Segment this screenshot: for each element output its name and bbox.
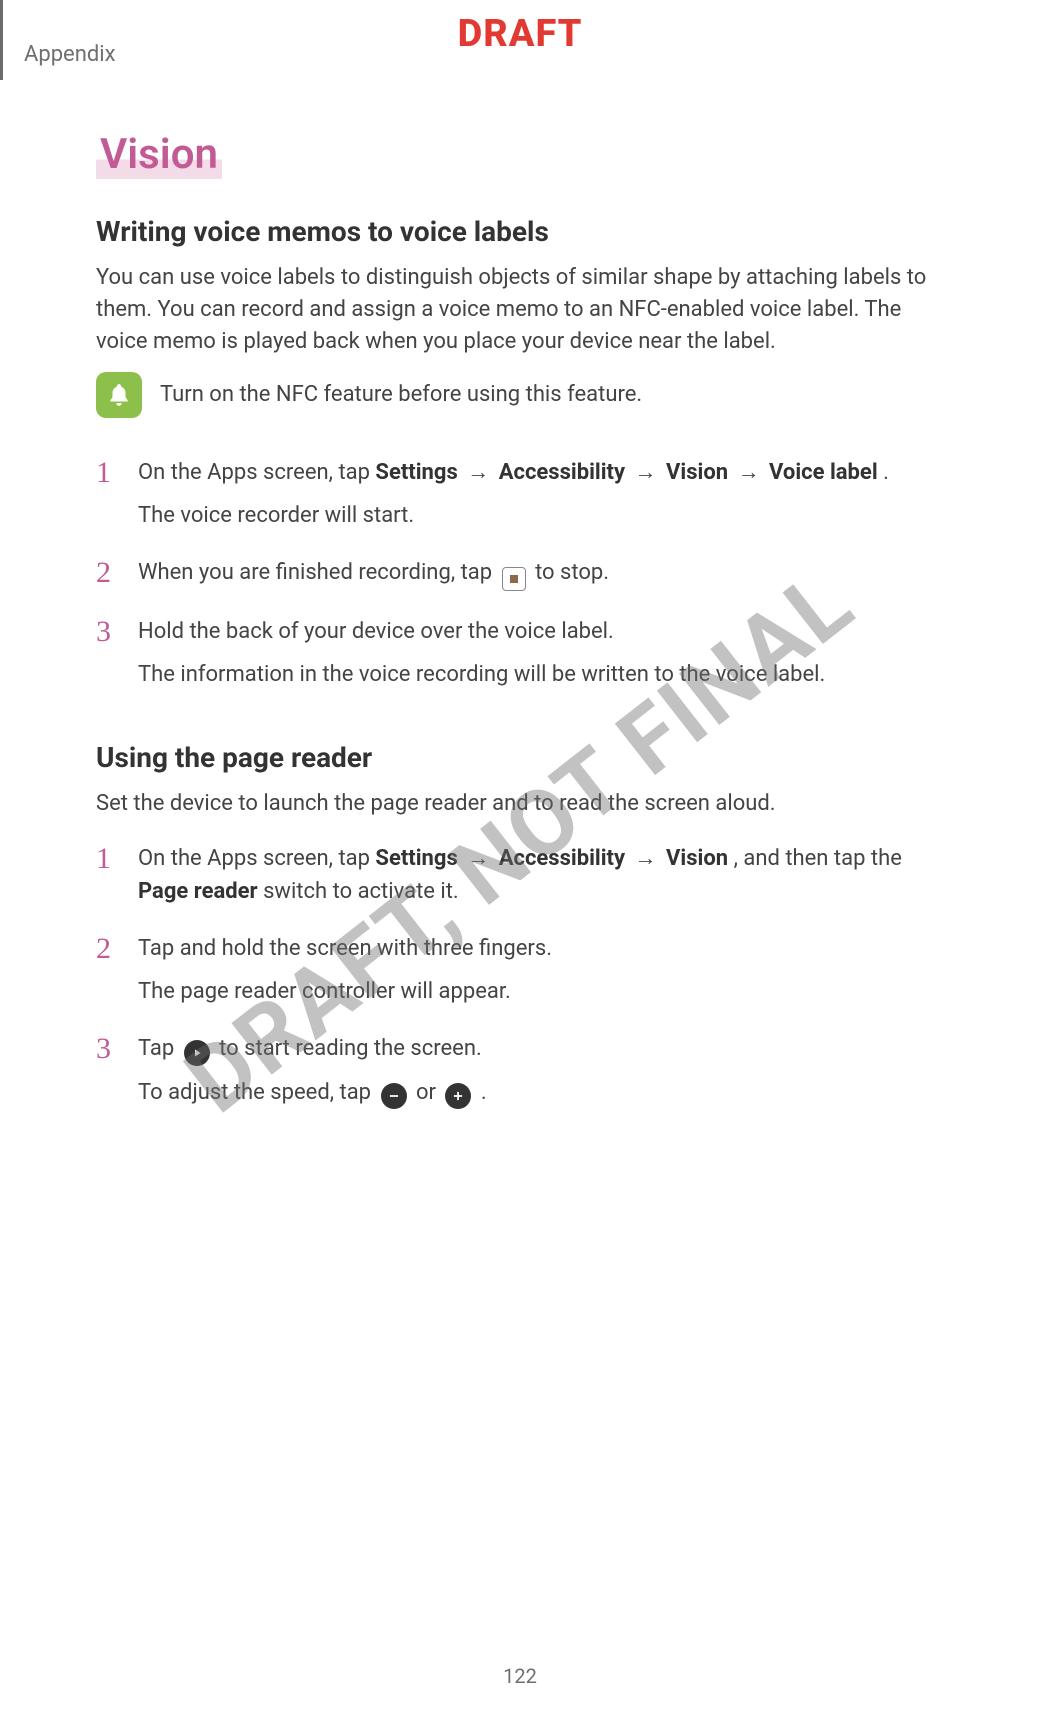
stop-icon: [502, 567, 526, 591]
voice-labels-intro: You can use voice labels to distinguish …: [96, 262, 944, 358]
arrow-icon: →: [738, 456, 760, 489]
accessibility-label: Accessibility: [499, 460, 625, 485]
settings-label: Settings: [375, 460, 457, 485]
text: .: [883, 460, 889, 485]
text: switch to activate it.: [263, 879, 459, 904]
settings-label: Settings: [375, 846, 457, 871]
step-3: Tap to start reading the screen. To adju…: [96, 1022, 944, 1123]
text: Tap: [138, 1036, 174, 1061]
bell-icon: [96, 372, 142, 418]
minus-icon: [381, 1083, 407, 1109]
appendix-label: Appendix: [24, 42, 116, 67]
step-2-sub: The page reader controller will appear.: [138, 975, 944, 1008]
text: On the Apps screen, tap: [138, 846, 375, 871]
page-reader-label: Page reader: [138, 879, 258, 904]
text: to stop.: [535, 560, 609, 585]
page-number: 122: [503, 1664, 537, 1688]
page-reader-intro: Set the device to launch the page reader…: [96, 788, 944, 820]
text: Tap and hold the screen with three finge…: [138, 936, 552, 961]
arrow-icon: →: [467, 842, 489, 875]
step-3: Hold the back of your device over the vo…: [96, 605, 944, 705]
section-title-vision: Vision: [96, 130, 222, 179]
text: or: [416, 1080, 436, 1105]
arrow-icon: →: [635, 456, 657, 489]
step-3-sub: To adjust the speed, tap or .: [138, 1076, 944, 1109]
text: to start reading the screen.: [219, 1036, 482, 1061]
vision-label: Vision: [666, 846, 728, 871]
text: , and then tap the: [734, 846, 902, 871]
text: .: [481, 1080, 487, 1105]
plus-icon: [445, 1083, 471, 1109]
note-block: Turn on the NFC feature before using thi…: [96, 372, 944, 418]
draft-watermark-top: DRAFT: [458, 12, 583, 56]
step-2: When you are finished recording, tap to …: [96, 546, 944, 605]
step-1-sub: The voice recorder will start.: [138, 499, 944, 532]
heading-page-reader: Using the page reader: [96, 741, 944, 774]
arrow-icon: →: [635, 842, 657, 875]
heading-voice-labels: Writing voice memos to voice labels: [96, 215, 944, 248]
step-3-sub: The information in the voice recording w…: [138, 658, 944, 691]
play-icon: [184, 1040, 210, 1066]
page-reader-steps: On the Apps screen, tap Settings → Acces…: [96, 832, 944, 1123]
note-text: Turn on the NFC feature before using thi…: [160, 382, 642, 407]
text: When you are finished recording, tap: [138, 560, 492, 585]
step-1: On the Apps screen, tap Settings → Acces…: [96, 446, 944, 546]
arrow-icon: →: [467, 456, 489, 489]
voice-label-label: Voice label: [769, 460, 878, 485]
vision-label: Vision: [666, 460, 728, 485]
left-rule: [0, 0, 3, 80]
text: To adjust the speed, tap: [138, 1080, 371, 1105]
voice-labels-steps: On the Apps screen, tap Settings → Acces…: [96, 446, 944, 705]
step-2: Tap and hold the screen with three finge…: [96, 922, 944, 1022]
step-1: On the Apps screen, tap Settings → Acces…: [96, 832, 944, 922]
text: On the Apps screen, tap: [138, 460, 375, 485]
accessibility-label: Accessibility: [499, 846, 625, 871]
text: Hold the back of your device over the vo…: [138, 619, 614, 644]
